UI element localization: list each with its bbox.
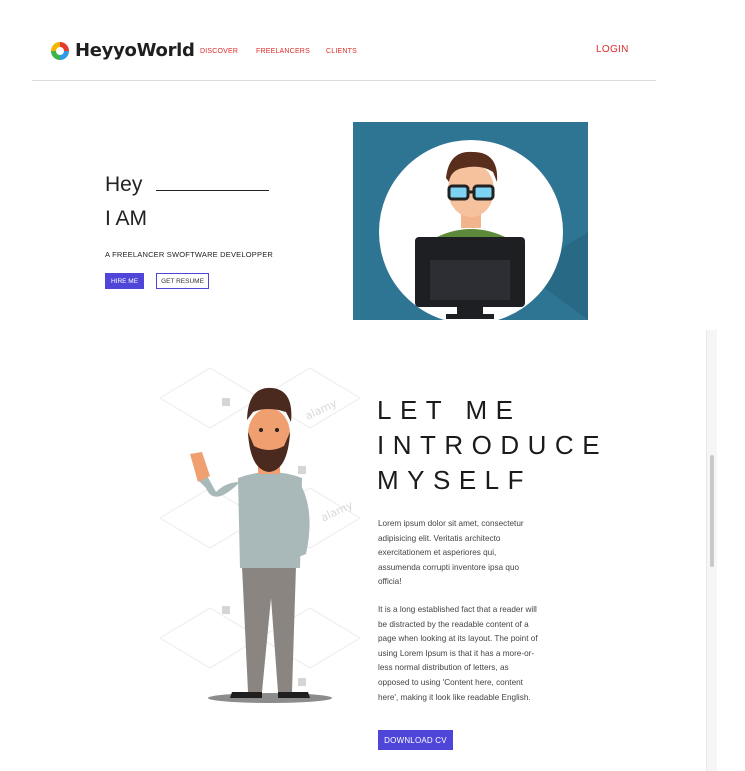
colorful-ring-logo-icon — [51, 41, 69, 60]
developer-illustration — [353, 122, 588, 320]
nav-clients[interactable]: CLIENTS — [326, 48, 357, 55]
nav-discover[interactable]: DISCOVER — [200, 48, 238, 55]
intro-heading-line: INTRODUCE — [377, 430, 609, 460]
intro-paragraph-2: It is a long established fact that a rea… — [378, 605, 538, 702]
waving-man-illustration: alamy alamy — [159, 367, 361, 703]
site-header: HeyyoWorld DISCOVER FREELANCERS CLIENTS … — [32, 0, 656, 81]
watermark-text: alamy — [303, 396, 340, 422]
watermark-text: alamy — [319, 498, 356, 524]
scrollbar-thumb[interactable] — [710, 455, 714, 567]
login-link[interactable]: LOGIN — [596, 44, 629, 55]
hero-subtitle: A FREELANCER SWOFTWARE DEVELOPPER — [105, 250, 274, 259]
greeting-text: Hey — [105, 173, 143, 196]
nav-freelancers[interactable]: FREELANCERS — [256, 48, 310, 55]
brand-name: HeyyoWorld — [75, 40, 195, 61]
greeting-underline — [156, 189, 270, 191]
hire-me-button[interactable]: HIRE ME — [105, 273, 144, 289]
intro-paragraph-1: Lorem ipsum dolor sit amet, consectetur … — [378, 519, 524, 587]
intro-heading-line: LET ME — [377, 395, 522, 425]
get-resume-button[interactable]: GET RESUME — [156, 273, 209, 289]
hero-greeting: Hey — [105, 173, 270, 197]
page-scrollbar[interactable] — [706, 330, 717, 771]
hero-iam: I AM — [105, 207, 148, 230]
intro-heading-line: MYSELF — [377, 465, 533, 495]
intro-heading: LET ME INTRODUCE MYSELF — [377, 393, 608, 498]
download-cv-button[interactable]: DOWNLOAD CV — [378, 730, 453, 750]
brand-logo[interactable]: HeyyoWorld — [50, 40, 195, 61]
